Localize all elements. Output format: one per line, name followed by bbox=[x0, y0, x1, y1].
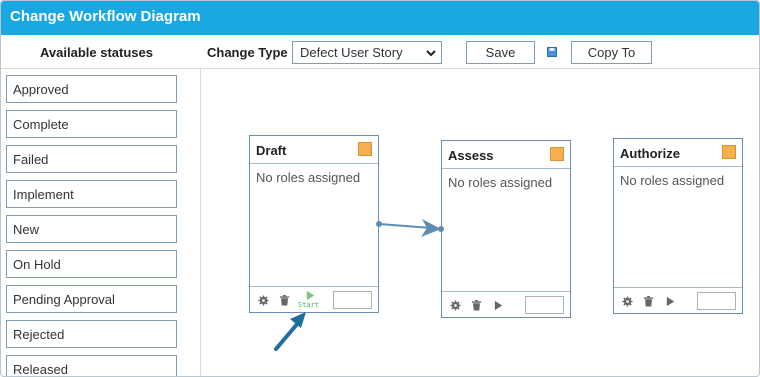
diagram-overlay bbox=[274, 219, 444, 351]
workflow-window: Change Workflow Diagram Available status… bbox=[0, 0, 760, 377]
callout-arrow bbox=[274, 312, 306, 351]
transition-connector[interactable] bbox=[376, 219, 444, 237]
